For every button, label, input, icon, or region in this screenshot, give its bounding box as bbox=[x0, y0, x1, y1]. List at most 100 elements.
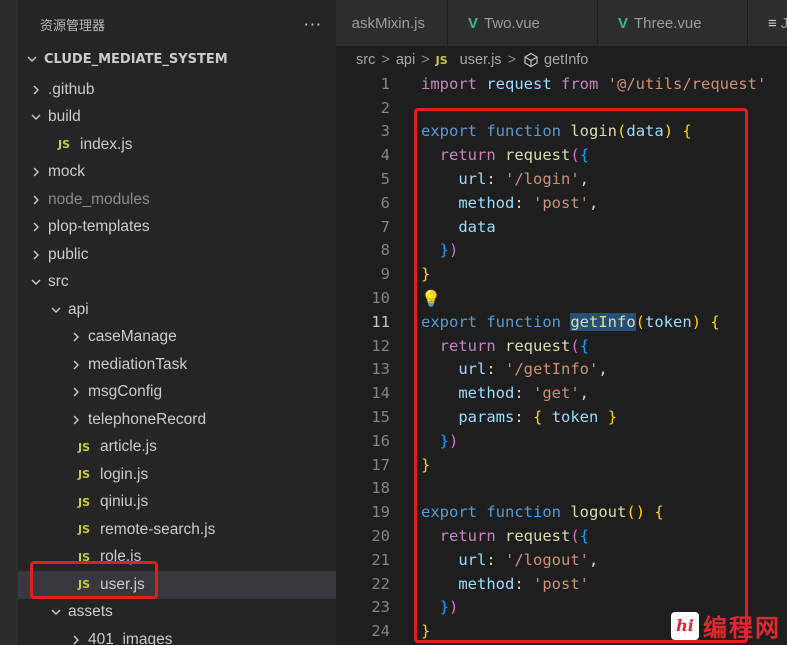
folder-item[interactable]: mock bbox=[18, 159, 336, 187]
tree-item-label: index.js bbox=[80, 135, 133, 153]
chevron-right-icon bbox=[28, 82, 44, 98]
tree-item-label: public bbox=[48, 245, 89, 263]
breadcrumb-symbol[interactable]: getInfo bbox=[544, 52, 588, 68]
folder-item[interactable]: telephoneRecord bbox=[18, 406, 336, 434]
tree-item-label: msgConfig bbox=[88, 383, 163, 401]
tree-item-label: assets bbox=[68, 603, 113, 621]
line-number: 10 bbox=[371, 289, 390, 308]
tree-item-label: qiniu.js bbox=[100, 493, 149, 511]
menu-file-icon: ≡ bbox=[768, 14, 777, 32]
folder-item[interactable]: node_modules bbox=[18, 186, 336, 214]
more-actions-icon[interactable]: ··· bbox=[304, 15, 322, 34]
breadcrumb-api[interactable]: api bbox=[396, 52, 415, 68]
file-item[interactable]: JS index.js bbox=[18, 131, 336, 159]
chevron-right-icon bbox=[28, 247, 44, 263]
folder-item[interactable]: public bbox=[18, 241, 336, 269]
file-item[interactable]: JS article.js bbox=[18, 434, 336, 462]
file-item[interactable]: JS qiniu.js bbox=[18, 489, 336, 517]
file-item[interactable]: JS remote-search.js bbox=[18, 516, 336, 544]
line-number: 2 bbox=[380, 98, 390, 117]
breadcrumb: src > api > JS user.js > getInfo bbox=[336, 46, 787, 74]
chevron-right-icon bbox=[68, 632, 84, 645]
line-number: 9 bbox=[380, 265, 390, 284]
breadcrumb-separator: > bbox=[381, 52, 390, 68]
vue-file-icon: V bbox=[618, 14, 629, 32]
folder-item[interactable]: api bbox=[18, 296, 336, 324]
line-number: 6 bbox=[380, 193, 390, 212]
editor-tab[interactable]: askMixin.js bbox=[336, 0, 448, 46]
line-number: 11 bbox=[371, 312, 390, 331]
line-number: 19 bbox=[371, 503, 390, 522]
annotation-box-file bbox=[30, 561, 158, 599]
line-number: 20 bbox=[371, 527, 390, 546]
code-token: '@/utils/request' bbox=[607, 74, 767, 93]
folder-item[interactable]: src bbox=[18, 269, 336, 297]
workspace-root[interactable]: CLUDE_MEDIATE_SYSTEM bbox=[18, 48, 336, 70]
folder-item[interactable]: 401_images bbox=[18, 626, 336, 645]
chevron-right-icon bbox=[68, 329, 84, 345]
line-number: 4 bbox=[380, 146, 390, 165]
editor-area: askMixin.js V Two.vue V Three.vue ≡J... src >… bbox=[336, 0, 787, 645]
tree-item-label: mediationTask bbox=[88, 355, 188, 373]
folder-item[interactable]: plop-templates bbox=[18, 214, 336, 242]
file-item[interactable]: JS login.js bbox=[18, 461, 336, 489]
tree-item-label: plop-templates bbox=[48, 218, 150, 236]
editor-tab-label: Three.vue bbox=[634, 14, 702, 32]
js-file-icon: JS bbox=[78, 468, 91, 482]
code-token: import bbox=[421, 74, 477, 93]
annotation-box-code bbox=[414, 108, 748, 643]
folder-item[interactable]: assets bbox=[18, 599, 336, 627]
code-content: import request from '@/utils/request' bbox=[390, 75, 766, 93]
folder-item[interactable]: caseManage bbox=[18, 324, 336, 352]
breadcrumb-separator: > bbox=[421, 52, 430, 68]
chevron-down-icon bbox=[28, 274, 44, 290]
tree-item-label: node_modules bbox=[48, 190, 150, 208]
code-token: from bbox=[561, 74, 599, 93]
chevron-right-icon bbox=[68, 384, 84, 400]
explorer-header: 资源管理器 ··· bbox=[18, 0, 336, 48]
line-number: 18 bbox=[371, 479, 390, 498]
chevron-right-icon bbox=[28, 164, 44, 180]
line-number: 8 bbox=[380, 241, 390, 260]
folder-item[interactable]: .github bbox=[18, 76, 336, 104]
tree-item-label: src bbox=[48, 273, 69, 291]
folder-item[interactable]: msgConfig bbox=[18, 379, 336, 407]
line-number: 24 bbox=[371, 622, 390, 641]
tree-item-label: remote-search.js bbox=[100, 520, 216, 538]
editor-tab[interactable]: V Three.vue bbox=[598, 0, 748, 46]
file-tree: .github build JS index.js mock node_modulespl… bbox=[18, 76, 336, 645]
tree-item-label: login.js bbox=[100, 465, 149, 483]
chevron-down-icon bbox=[28, 109, 44, 125]
js-file-icon: JS bbox=[58, 138, 71, 152]
chevron-down-icon bbox=[24, 51, 40, 67]
editor-tab[interactable]: ≡J... bbox=[748, 0, 787, 46]
chevron-down-icon bbox=[48, 604, 64, 620]
folder-item[interactable]: mediationTask bbox=[18, 351, 336, 379]
line-number: 16 bbox=[371, 431, 390, 450]
line-number: 1 bbox=[380, 74, 390, 93]
js-file-icon: JS bbox=[78, 523, 91, 537]
chevron-right-icon bbox=[68, 357, 84, 373]
breadcrumb-src[interactable]: src bbox=[356, 52, 375, 68]
code-token: request bbox=[486, 74, 552, 93]
editor-tab-label: Two.vue bbox=[484, 14, 540, 32]
explorer-sidebar: 资源管理器 ··· CLUDE_MEDIATE_SYSTEM .github bu… bbox=[18, 0, 336, 645]
folder-item[interactable]: build bbox=[18, 104, 336, 132]
tree-item-label: article.js bbox=[100, 438, 157, 456]
editor-tab[interactable]: V Two.vue bbox=[448, 0, 598, 46]
editor-tab-label: askMixin.js bbox=[351, 14, 425, 32]
breadcrumb-separator: > bbox=[507, 52, 517, 68]
js-file-icon: JS bbox=[78, 495, 91, 509]
js-file-icon: JS bbox=[78, 440, 91, 454]
chevron-down-icon bbox=[48, 302, 64, 318]
code-line: 1 import request from '@/utils/request' bbox=[336, 72, 787, 96]
line-number: 13 bbox=[371, 360, 390, 379]
line-number: 7 bbox=[380, 217, 390, 236]
js-file-icon: JS bbox=[435, 53, 448, 67]
watermark: hi 编程网 bbox=[671, 608, 781, 643]
breadcrumb-file[interactable]: user.js bbox=[460, 52, 502, 68]
tree-item-label: caseManage bbox=[88, 328, 177, 346]
explorer-title: 资源管理器 bbox=[40, 18, 106, 34]
